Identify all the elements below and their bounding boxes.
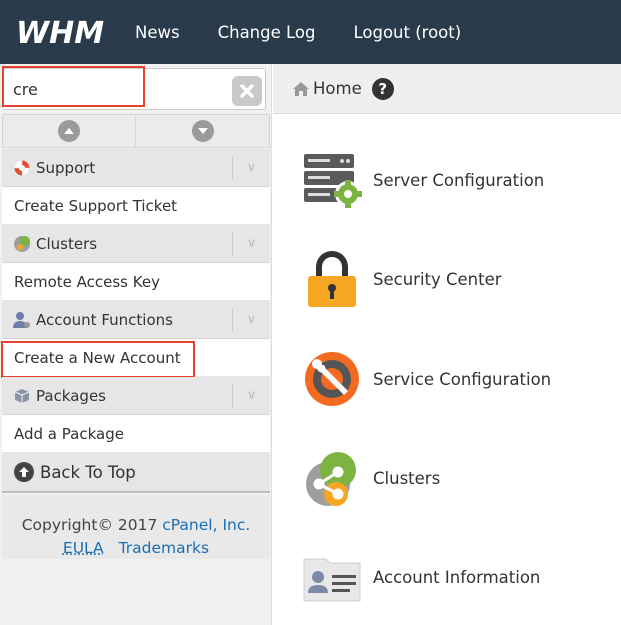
back-to-top-button[interactable]: Back To Top xyxy=(2,453,270,493)
sidebar: Support ∨ Create Support Ticket Clusters… xyxy=(0,64,272,625)
sidebar-section-label: Clusters xyxy=(36,234,98,253)
main-item-label: Security Center xyxy=(373,269,502,289)
nav-news[interactable]: News xyxy=(135,23,180,42)
scroll-down-button[interactable] xyxy=(136,114,270,148)
sidebar-section-account-functions[interactable]: Account Functions ∨ xyxy=(2,301,270,339)
clusters-icon xyxy=(12,234,32,254)
chevron-up-icon xyxy=(58,120,80,142)
id-card-icon xyxy=(303,558,361,602)
search-input[interactable] xyxy=(3,69,225,109)
chevron-down-icon[interactable]: ∨ xyxy=(232,383,270,408)
main-item-security-center[interactable]: Security Center xyxy=(302,247,621,311)
copyright-text: Copyright© 2017 cPanel, Inc. xyxy=(2,516,270,534)
top-bar: WHM News Change Log Logout (root) xyxy=(0,0,621,64)
copyright-prefix: Copyright© 2017 xyxy=(21,516,163,534)
chevron-down-icon[interactable]: ∨ xyxy=(232,307,270,332)
back-to-top-label: Back To Top xyxy=(40,462,136,482)
scroll-arrows xyxy=(2,114,270,148)
whm-logo[interactable]: WHM xyxy=(16,17,108,47)
package-icon xyxy=(12,386,32,406)
sidebar-section-label: Packages xyxy=(36,386,106,405)
padlock-icon xyxy=(308,251,356,307)
sidebar-item-remote-access-key[interactable]: Remote Access Key xyxy=(2,263,270,301)
chevron-down-icon xyxy=(191,120,214,142)
breadcrumb-home[interactable]: Home xyxy=(313,79,362,98)
sidebar-item-add-package[interactable]: Add a Package xyxy=(2,415,270,453)
main-item-server-configuration[interactable]: Server Configuration xyxy=(302,148,621,212)
sidebar-section-clusters[interactable]: Clusters ∨ xyxy=(2,225,270,263)
chevron-down-icon[interactable]: ∨ xyxy=(232,155,270,180)
top-nav: News Change Log Logout (root) xyxy=(135,23,499,42)
chevron-down-icon[interactable]: ∨ xyxy=(232,231,270,256)
home-icon[interactable] xyxy=(292,81,310,97)
account-functions-icon xyxy=(12,310,32,330)
nav-change-log[interactable]: Change Log xyxy=(218,23,316,42)
nav-logout[interactable]: Logout (root) xyxy=(353,23,461,42)
eula-link[interactable]: EULA xyxy=(63,539,104,557)
sidebar-section-label: Account Functions xyxy=(36,310,173,329)
sidebar-section-label: Support xyxy=(36,158,96,177)
scroll-up-button[interactable] xyxy=(2,114,136,148)
breadcrumb: Home ? xyxy=(273,64,621,114)
clusters-share-icon xyxy=(306,452,356,506)
sidebar-footer: Copyright© 2017 cPanel, Inc. EULA Tradem… xyxy=(2,495,270,559)
lifebuoy-icon xyxy=(12,158,32,178)
trademarks-link[interactable]: Trademarks xyxy=(119,539,209,557)
footer-links: EULA Trademarks xyxy=(2,539,270,557)
help-icon[interactable]: ? xyxy=(371,77,394,100)
main-item-clusters[interactable]: Clusters xyxy=(302,446,621,510)
sidebar-item-create-new-account[interactable]: Create a New Account xyxy=(2,339,270,377)
main-item-label: Server Configuration xyxy=(373,170,545,190)
main-item-label: Service Configuration xyxy=(373,369,552,389)
server-gear-icon xyxy=(304,154,362,208)
sidebar-section-packages[interactable]: Packages ∨ xyxy=(2,377,270,415)
search-box xyxy=(2,68,266,110)
cpanel-link[interactable]: cPanel, Inc. xyxy=(162,516,250,534)
main-item-label: Account Information xyxy=(373,567,541,587)
arrow-up-icon xyxy=(14,462,34,482)
wrench-gear-icon xyxy=(305,352,359,406)
svg-text:WHM: WHM xyxy=(16,17,104,47)
main-item-service-configuration[interactable]: Service Configuration xyxy=(302,347,621,411)
main-item-account-information[interactable]: Account Information xyxy=(302,545,621,609)
main-item-label: Clusters xyxy=(373,468,441,488)
close-icon xyxy=(240,84,254,98)
sidebar-section-support[interactable]: Support ∨ xyxy=(2,149,270,187)
sidebar-item-create-support-ticket[interactable]: Create Support Ticket xyxy=(2,187,270,225)
clear-search-button[interactable] xyxy=(232,76,262,106)
